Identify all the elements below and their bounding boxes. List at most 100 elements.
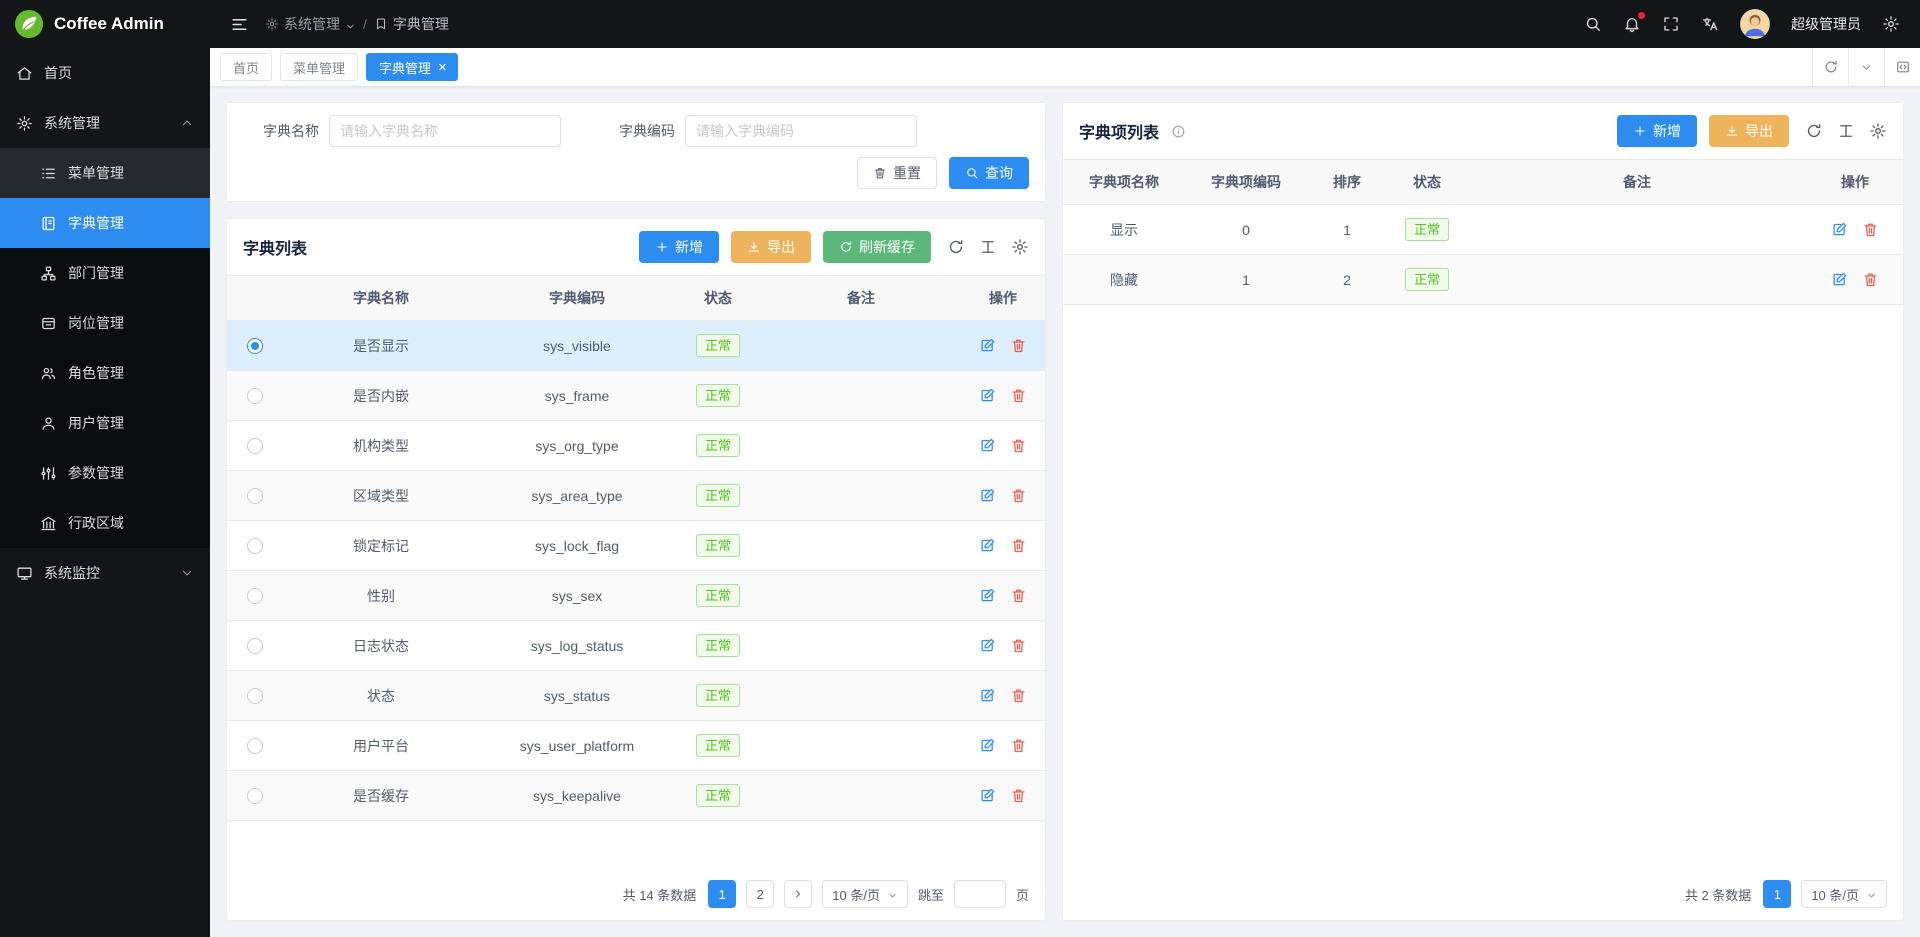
delete-icon[interactable] <box>1010 487 1027 504</box>
dict-table-row[interactable]: 区域类型 sys_area_type 正常 <box>227 471 1045 521</box>
row-select-radio[interactable] <box>247 488 263 504</box>
dict-table-row[interactable]: 用户平台 sys_user_platform 正常 <box>227 721 1045 771</box>
dict-item-row[interactable]: 显示 0 1 正常 <box>1063 205 1903 255</box>
reset-button[interactable]: 重置 <box>857 157 937 189</box>
edit-icon[interactable] <box>979 787 996 804</box>
dict-table-row[interactable]: 状态 sys_status 正常 <box>227 671 1045 721</box>
edit-icon[interactable] <box>979 387 996 404</box>
dict-table-row[interactable]: 是否缓存 sys_keepalive 正常 <box>227 771 1045 821</box>
next-page-button[interactable] <box>784 880 812 908</box>
sidebar-item-post-mgmt[interactable]: 岗位管理 <box>0 298 210 348</box>
username[interactable]: 超级管理员 <box>1791 14 1861 34</box>
text-size-icon[interactable] <box>979 238 997 256</box>
avatar[interactable] <box>1740 9 1770 39</box>
notifications-button[interactable] <box>1623 15 1641 33</box>
column-settings-icon[interactable] <box>1869 122 1887 140</box>
edit-icon[interactable] <box>979 487 996 504</box>
row-select-radio[interactable] <box>247 538 263 554</box>
row-select-radio[interactable] <box>247 788 263 804</box>
column-settings-icon[interactable] <box>1011 238 1029 256</box>
row-select-radio[interactable] <box>247 338 263 354</box>
export-dict-button[interactable]: 导出 <box>731 231 811 263</box>
info-icon[interactable] <box>1171 124 1186 139</box>
row-select-radio[interactable] <box>247 738 263 754</box>
dict-table-row[interactable]: 是否显示 sys_visible 正常 <box>227 321 1045 371</box>
row-select-radio[interactable] <box>247 688 263 704</box>
translate-icon[interactable] <box>1701 15 1719 33</box>
refresh-table-icon[interactable] <box>947 238 965 256</box>
content-fullscreen-button[interactable] <box>1884 48 1920 86</box>
sidebar-item-home[interactable]: 首页 <box>0 48 210 98</box>
edit-icon[interactable] <box>979 737 996 754</box>
sidebar-item-dept-mgmt[interactable]: 部门管理 <box>0 248 210 298</box>
page-button-1[interactable]: 1 <box>708 880 736 908</box>
delete-icon[interactable] <box>1862 221 1879 238</box>
breadcrumb-item-dict[interactable]: 字典管理 <box>374 14 449 34</box>
dict-table-row[interactable]: 性别 sys_sex 正常 <box>227 571 1045 621</box>
tab-home[interactable]: 首页 <box>220 53 272 81</box>
page-button-2[interactable]: 2 <box>746 880 774 908</box>
fullscreen-icon[interactable] <box>1662 15 1680 33</box>
tab-menu-mgmt[interactable]: 菜单管理 <box>280 53 358 81</box>
delete-icon[interactable] <box>1010 687 1027 704</box>
dict-item-row[interactable]: 隐藏 1 2 正常 <box>1063 255 1903 305</box>
sidebar-item-region[interactable]: 行政区域 <box>0 498 210 548</box>
sidebar-group-monitor[interactable]: 系统监控 <box>0 548 210 598</box>
search-icon[interactable] <box>1584 15 1602 33</box>
row-select-radio[interactable] <box>247 588 263 604</box>
collapse-sidebar-icon[interactable] <box>230 15 249 34</box>
dict-table-row[interactable]: 日志状态 sys_log_status 正常 <box>227 621 1045 671</box>
text-size-icon[interactable] <box>1837 122 1855 140</box>
export-items-button[interactable]: 导出 <box>1709 115 1789 147</box>
refresh-cache-button[interactable]: 刷新缓存 <box>823 231 931 263</box>
edit-icon[interactable] <box>979 537 996 554</box>
row-select-radio[interactable] <box>247 388 263 404</box>
dict-code-cell: sys_status <box>479 688 675 704</box>
refresh-table-icon[interactable] <box>1805 122 1823 140</box>
delete-icon[interactable] <box>1010 737 1027 754</box>
delete-icon[interactable] <box>1010 437 1027 454</box>
plus-icon <box>1633 124 1647 138</box>
item-sort-cell: 1 <box>1307 222 1387 238</box>
settings-gear-icon[interactable] <box>1882 15 1900 33</box>
dict-table-row[interactable]: 锁定标记 sys_lock_flag 正常 <box>227 521 1045 571</box>
query-button[interactable]: 查询 <box>949 157 1029 189</box>
edit-icon[interactable] <box>1831 271 1848 288</box>
delete-icon[interactable] <box>1010 637 1027 654</box>
edit-icon[interactable] <box>1831 221 1848 238</box>
edit-icon[interactable] <box>979 587 996 604</box>
sidebar-item-dict-mgmt[interactable]: 字典管理 <box>0 198 210 248</box>
edit-icon[interactable] <box>979 337 996 354</box>
sidebar-item-menu-mgmt[interactable]: 菜单管理 <box>0 148 210 198</box>
page-button-1[interactable]: 1 <box>1763 880 1791 908</box>
delete-icon[interactable] <box>1010 787 1027 804</box>
delete-icon[interactable] <box>1862 271 1879 288</box>
edit-icon[interactable] <box>979 637 996 654</box>
tab-dict-mgmt[interactable]: 字典管理 × <box>366 53 458 81</box>
dict-code-input[interactable] <box>685 115 917 147</box>
delete-icon[interactable] <box>1010 337 1027 354</box>
sidebar-item-role-mgmt[interactable]: 角色管理 <box>0 348 210 398</box>
delete-icon[interactable] <box>1010 587 1027 604</box>
close-icon[interactable]: × <box>438 60 447 75</box>
page-size-select[interactable]: 10 条/页 <box>822 880 908 908</box>
dict-table-row[interactable]: 机构类型 sys_org_type 正常 <box>227 421 1045 471</box>
row-select-radio[interactable] <box>247 638 263 654</box>
delete-icon[interactable] <box>1010 387 1027 404</box>
tab-options-button[interactable] <box>1848 48 1884 86</box>
sidebar-item-user-mgmt[interactable]: 用户管理 <box>0 398 210 448</box>
delete-icon[interactable] <box>1010 537 1027 554</box>
sidebar-item-param-mgmt[interactable]: 参数管理 <box>0 448 210 498</box>
breadcrumb-item-system[interactable]: 系统管理 <box>265 14 356 34</box>
edit-icon[interactable] <box>979 437 996 454</box>
refresh-tabs-button[interactable] <box>1812 48 1848 86</box>
dict-table-row[interactable]: 是否内嵌 sys_frame 正常 <box>227 371 1045 421</box>
edit-icon[interactable] <box>979 687 996 704</box>
page-size-select[interactable]: 10 条/页 <box>1801 880 1887 908</box>
row-select-radio[interactable] <box>247 438 263 454</box>
sidebar-group-system[interactable]: 系统管理 <box>0 98 210 148</box>
add-item-button[interactable]: 新增 <box>1617 115 1697 147</box>
jump-page-input[interactable] <box>954 880 1006 908</box>
dict-name-input[interactable] <box>329 115 561 147</box>
add-dict-button[interactable]: 新增 <box>639 231 719 263</box>
